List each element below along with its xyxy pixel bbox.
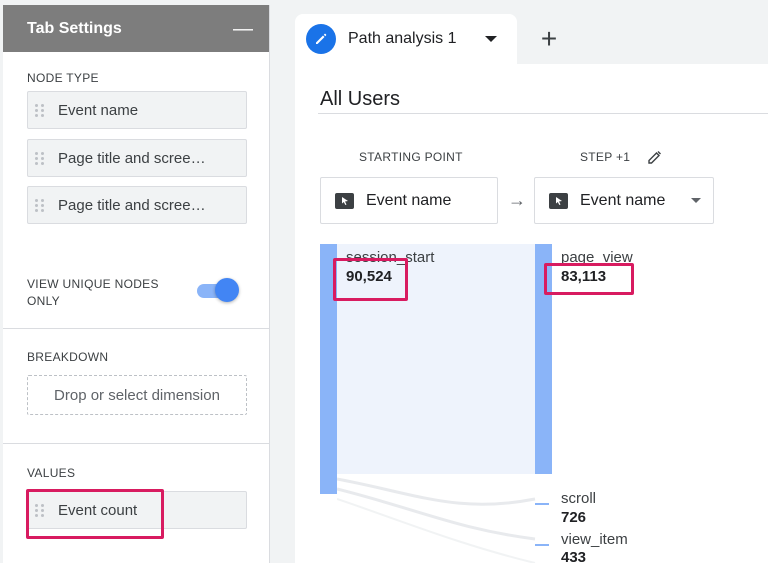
tab-bar: Path analysis 1 + <box>295 14 578 64</box>
step-1-node-type-label: Event name <box>580 191 666 209</box>
unique-nodes-toggle[interactable] <box>197 278 239 304</box>
session-start-node-name: session_start <box>346 249 435 266</box>
starting-node-type-label: Event name <box>366 191 452 209</box>
cursor-icon <box>549 192 568 209</box>
scroll-node-name: scroll <box>561 490 597 507</box>
values-chip-label: Event count <box>58 501 138 519</box>
exploration-canvas: All Users STARTING POINT STEP +1 Event n… <box>295 64 768 563</box>
drag-handle-icon[interactable] <box>28 198 50 212</box>
node-type-chip-2[interactable]: Page title and scree… <box>27 139 247 177</box>
tab-settings-header: Tab Settings — <box>3 5 269 52</box>
pencil-icon <box>306 24 336 54</box>
node-type-chip-3[interactable]: Page title and scree… <box>27 186 247 224</box>
session-start-node-value: 90,524 <box>346 268 392 285</box>
node-type-title: NODE TYPE <box>27 71 99 85</box>
segment-label: All Users <box>320 88 401 110</box>
tab-settings-title: Tab Settings <box>27 19 122 37</box>
scroll-node-bar[interactable] <box>535 503 549 505</box>
page-view-node-bar[interactable] <box>535 244 552 474</box>
values-title: VALUES <box>27 466 76 480</box>
tab-menu-caret-icon[interactable] <box>485 36 497 42</box>
node-type-chip-1[interactable]: Event name <box>27 91 247 129</box>
step-1-header: STEP +1 <box>580 150 631 164</box>
unique-nodes-label: VIEW UNIQUE NODES ONLY <box>27 277 159 308</box>
step-1-node-type-select[interactable]: Event name <box>534 177 714 224</box>
node-type-chip-label: Event name <box>58 101 139 119</box>
session-start-node-bar[interactable] <box>320 244 337 494</box>
tab-label: Path analysis 1 <box>348 30 457 47</box>
view-item-node-value: 433 <box>561 549 587 563</box>
flow-minor-links <box>337 477 536 563</box>
page-view-node-value: 83,113 <box>561 268 607 285</box>
values-chip[interactable]: Event count <box>27 491 247 529</box>
cursor-icon <box>335 192 354 209</box>
add-tab-button[interactable]: + <box>520 14 578 64</box>
node-type-chip-label: Page title and scree… <box>58 149 206 167</box>
arrow-right-icon: → <box>508 190 526 210</box>
breakdown-title: BREAKDOWN <box>27 350 109 364</box>
tab-settings-panel: Tab Settings — NODE TYPE Event name Page… <box>3 5 270 563</box>
drag-handle-icon[interactable] <box>28 103 50 117</box>
drag-handle-icon[interactable] <box>28 151 50 165</box>
view-item-node-name: view_item <box>561 531 628 548</box>
page-view-node-name: page_view <box>561 249 633 266</box>
minimize-icon[interactable]: — <box>233 19 253 39</box>
node-type-chip-label: Page title and scree… <box>58 196 206 214</box>
view-item-node-bar[interactable] <box>535 544 549 546</box>
starting-node-type-select[interactable]: Event name <box>320 177 498 224</box>
app-root: Tab Settings — NODE TYPE Event name Page… <box>0 0 768 563</box>
starting-point-header: STARTING POINT <box>359 150 463 164</box>
scroll-node-value: 726 <box>561 509 587 526</box>
tab-path-analysis-1[interactable]: Path analysis 1 <box>295 14 517 64</box>
breakdown-drop-zone[interactable]: Drop or select dimension <box>27 375 247 415</box>
edit-step-pencil-icon[interactable] <box>646 148 664 166</box>
drag-handle-icon[interactable] <box>28 503 50 517</box>
chevron-down-icon[interactable] <box>691 198 701 203</box>
